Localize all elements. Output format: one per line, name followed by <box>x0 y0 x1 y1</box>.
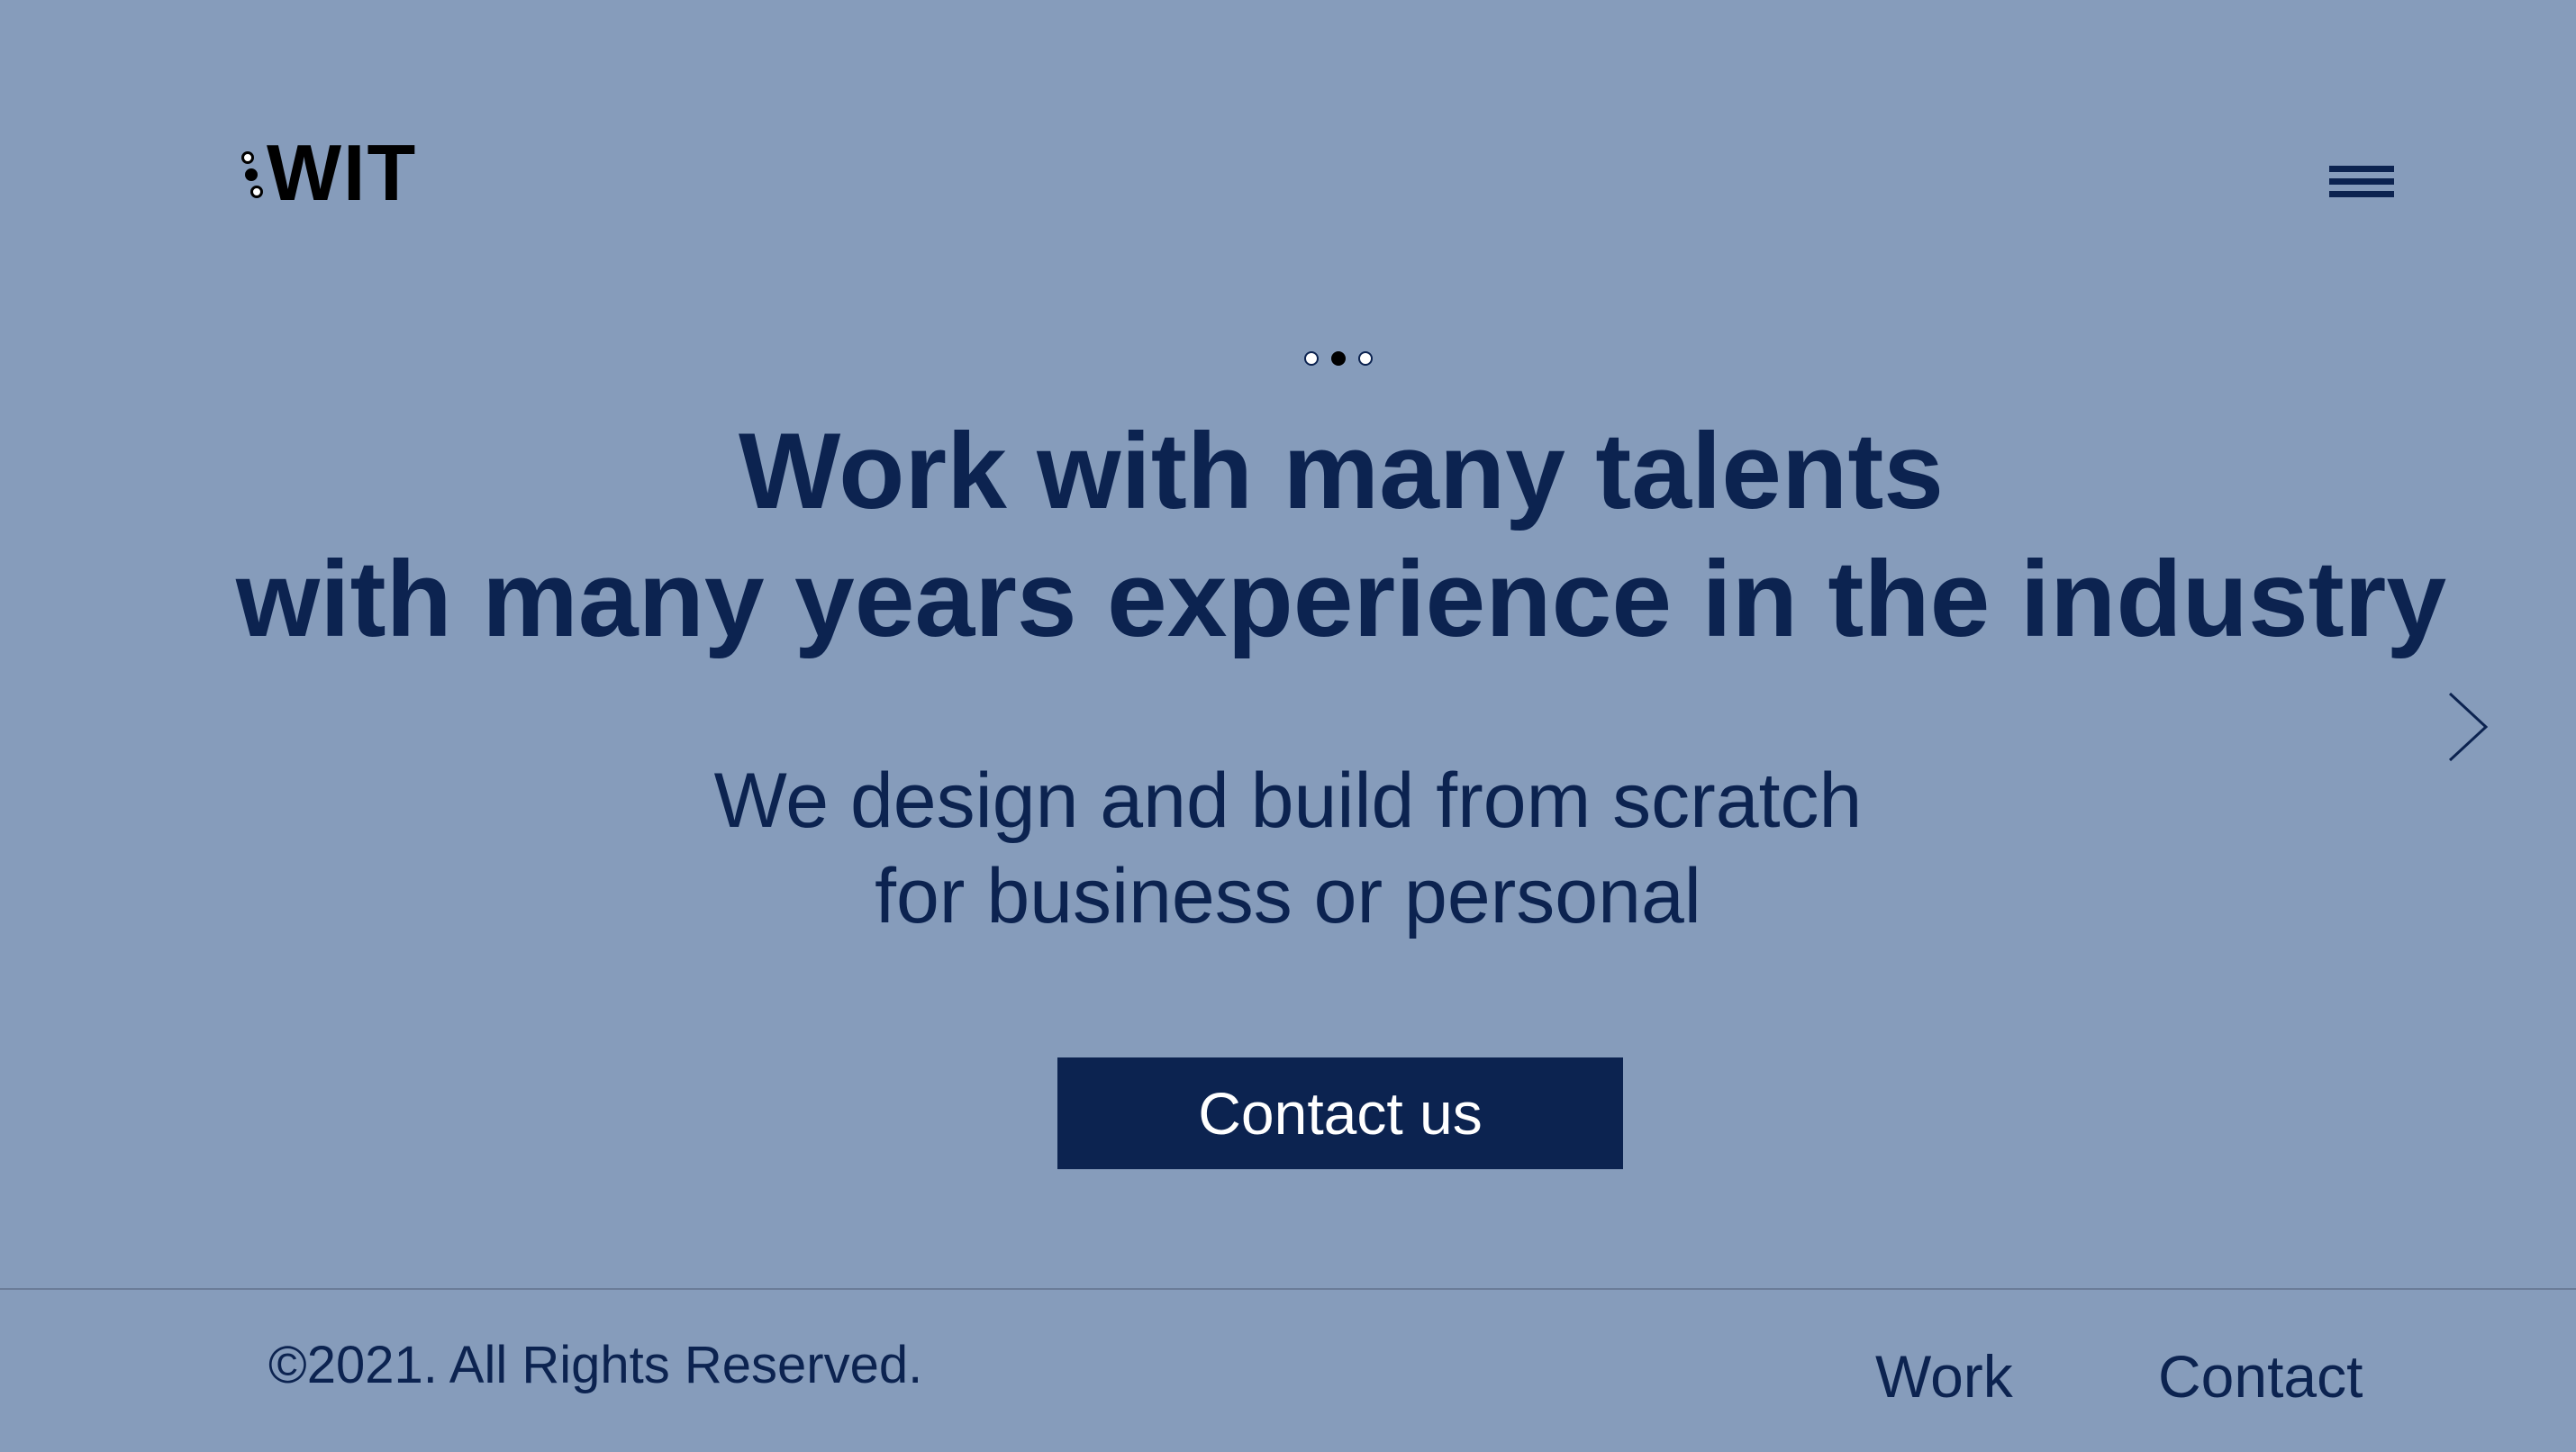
subhead-line-1: We design and build from scratch <box>713 758 1863 844</box>
page: WIT Work with many talents with many yea… <box>0 0 2576 1452</box>
hero-subheading: We design and build from scratch for bus… <box>0 753 2576 944</box>
slider-dot-3[interactable] <box>1358 351 1373 366</box>
subhead-line-2: for business or personal <box>875 853 1701 939</box>
chevron-right-icon[interactable] <box>2446 690 2491 764</box>
footer-link-work[interactable]: Work <box>1875 1342 2013 1411</box>
logo-dots-icon <box>241 141 265 205</box>
hamburger-menu-icon[interactable] <box>2329 164 2394 205</box>
slider-pagination <box>1304 351 1373 366</box>
logo-text: WIT <box>267 128 418 217</box>
headline-line-1: Work with many talents <box>738 411 1945 531</box>
headline-line-2: with many years experience in the indust… <box>235 539 2447 659</box>
logo[interactable]: WIT <box>241 128 418 217</box>
slider-dot-1[interactable] <box>1304 351 1319 366</box>
footer-divider <box>0 1288 2576 1290</box>
copyright-text: ©2021. All Rights Reserved. <box>268 1336 923 1394</box>
slider-dot-2[interactable] <box>1331 351 1346 366</box>
contact-us-button[interactable]: Contact us <box>1057 1057 1623 1169</box>
footer-link-contact[interactable]: Contact <box>2158 1342 2363 1411</box>
hero-headline: Work with many talents with many years e… <box>0 407 2576 663</box>
